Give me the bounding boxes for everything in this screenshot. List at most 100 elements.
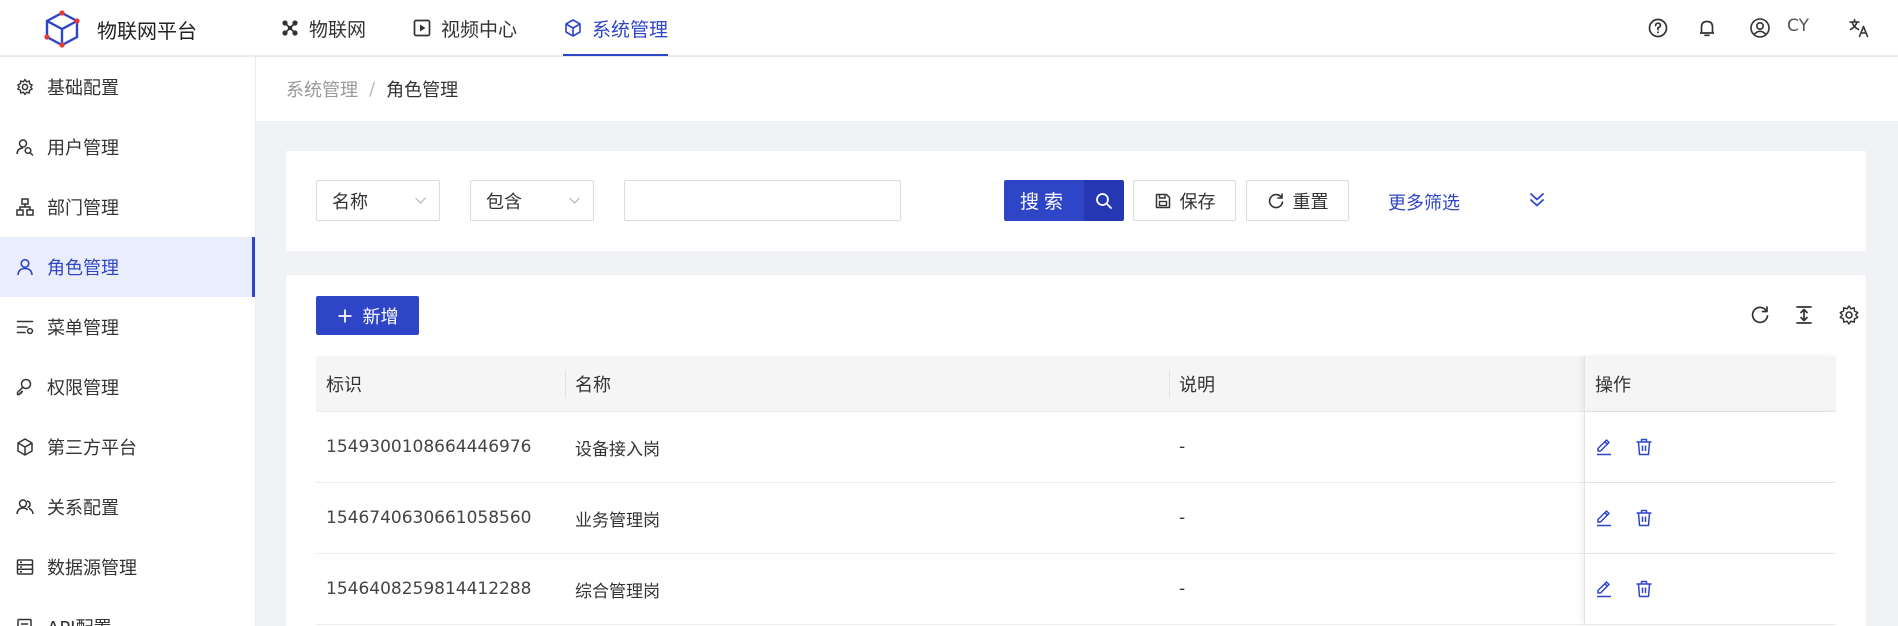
column-divider [565, 370, 566, 398]
filter-field-select[interactable]: 名称 [316, 180, 440, 221]
column-header-actions: 操作 [1595, 375, 1631, 396]
more-filter-link[interactable]: 更多筛选 [1388, 189, 1460, 215]
edit-icon[interactable] [1593, 507, 1615, 529]
search-button[interactable]: 搜索 [1004, 180, 1084, 221]
cell-desc: - [1179, 508, 1186, 528]
sidebar-item-label: API配置 [47, 614, 111, 626]
sidebar-item-relation-config[interactable]: 关系配置 [0, 477, 255, 537]
sidebar-item-permission-mgmt[interactable]: 权限管理 [0, 357, 255, 417]
save-button[interactable]: 保存 [1133, 180, 1236, 221]
sidebar-item-role-mgmt[interactable]: 角色管理 [0, 237, 255, 297]
table-panel: 新增 标识 名称 说明 操作 1549300108664446976 设备接入岗 [286, 275, 1866, 626]
edit-icon[interactable] [1593, 436, 1615, 458]
translate-icon[interactable] [1847, 16, 1871, 40]
breadcrumb-parent[interactable]: 系统管理 [286, 76, 358, 102]
nav-tab-video[interactable]: 视频中心 [412, 0, 517, 56]
filter-value-input[interactable] [624, 180, 901, 221]
cell-name: 业务管理岗 [575, 510, 660, 531]
nav-tab-label: 物联网 [309, 18, 367, 41]
key-user-icon [16, 378, 32, 396]
logo-icon [44, 10, 80, 48]
table-row: 1546408259814412288 综合管理岗 - [316, 554, 1836, 625]
sidebar-item-label: 角色管理 [47, 258, 119, 279]
save-button-label: 保存 [1179, 191, 1216, 213]
sidebar-item-label: 权限管理 [47, 378, 119, 399]
database-icon [16, 559, 34, 575]
main-content: 系统管理 / 角色管理 名称 包含 搜索 保存 重置 更多筛选 新增 标识 名称… [256, 57, 1898, 626]
cell-id: 1546740630661058560 [326, 508, 532, 528]
edit-icon[interactable] [1593, 578, 1615, 600]
filter-field-value: 名称 [332, 191, 368, 213]
users-icon [16, 499, 34, 515]
sidebar-item-menu-mgmt[interactable]: 菜单管理 [0, 297, 255, 357]
cell-actions [1584, 412, 1836, 482]
menu-list-icon [16, 320, 34, 335]
chevron-down-icon [415, 197, 426, 204]
cell-actions [1584, 554, 1836, 624]
sidebar-item-label: 用户管理 [47, 138, 119, 159]
user-avatar-icon[interactable] [1748, 16, 1772, 40]
delete-icon[interactable] [1633, 436, 1655, 458]
help-circle-icon[interactable] [1646, 16, 1670, 40]
plus-icon [338, 309, 351, 322]
table-row: 1546740630661058560 业务管理岗 - [316, 483, 1836, 554]
column-divider [1169, 370, 1170, 398]
column-height-icon[interactable] [1792, 303, 1816, 327]
search-icon-button[interactable] [1084, 180, 1124, 221]
breadcrumb-separator: / [369, 78, 376, 100]
sidebar-item-label: 数据源管理 [47, 558, 137, 579]
reload-icon [1268, 192, 1283, 208]
cell-id: 1549300108664446976 [326, 437, 532, 457]
table-header: 标识 名称 说明 操作 [316, 356, 1836, 412]
api-doc-icon [17, 618, 32, 626]
column-header-desc: 说明 [1179, 375, 1215, 396]
nav-tab-iot[interactable]: 物联网 [280, 0, 366, 56]
sidebar-item-basic-config[interactable]: 基础配置 [0, 57, 255, 117]
column-header-id: 标识 [326, 375, 362, 396]
sidebar-item-label: 部门管理 [47, 198, 119, 219]
cell-id: 1546408259814412288 [326, 579, 532, 599]
user-name[interactable]: CY [1787, 16, 1809, 36]
settings-icon[interactable] [1837, 303, 1861, 327]
filter-operator-value: 包含 [486, 191, 522, 213]
breadcrumb-current: 角色管理 [386, 80, 459, 101]
sidebar-item-label: 关系配置 [47, 498, 119, 519]
cell-name: 综合管理岗 [575, 581, 660, 602]
fixed-column-area: 操作 [1584, 356, 1836, 411]
save-icon [1155, 193, 1170, 208]
sidebar-item-dept-mgmt[interactable]: 部门管理 [0, 177, 255, 237]
bell-icon[interactable] [1695, 16, 1719, 40]
sidebar-item-third-party[interactable]: 第三方平台 [0, 417, 255, 477]
cube-icon [565, 19, 581, 37]
breadcrumb: 系统管理 / 角色管理 [256, 57, 1898, 121]
cluster-icon [282, 20, 298, 36]
add-button[interactable]: 新增 [316, 296, 419, 335]
sidebar-item-api-config[interactable]: API配置 [0, 597, 255, 626]
top-header: 物联网平台 物联网 视频中心 系统管理 CY [0, 0, 1898, 56]
delete-icon[interactable] [1633, 578, 1655, 600]
cell-desc: - [1179, 579, 1186, 599]
nav-tab-system[interactable]: 系统管理 [563, 0, 669, 56]
play-square-icon [413, 19, 431, 37]
nav-tab-label: 视频中心 [441, 18, 518, 41]
chevron-down-icon [569, 197, 580, 204]
double-chevron-down-icon[interactable] [1526, 189, 1548, 211]
sidebar: 基础配置 用户管理 部门管理 角色管理 菜单管理 权限管理 第三方平台 关系配置… [0, 57, 256, 626]
user-icon [17, 258, 33, 276]
filter-panel: 名称 包含 搜索 保存 重置 更多筛选 [286, 151, 1866, 251]
sidebar-item-datasource-mgmt[interactable]: 数据源管理 [0, 537, 255, 597]
org-tree-icon [16, 198, 34, 216]
reset-button-label: 重置 [1292, 191, 1329, 213]
delete-icon[interactable] [1633, 507, 1655, 529]
refresh-icon[interactable] [1748, 303, 1772, 327]
search-icon [1096, 192, 1112, 209]
column-header-name: 名称 [575, 375, 611, 396]
sidebar-item-label: 第三方平台 [47, 438, 137, 459]
app-title: 物联网平台 [97, 19, 197, 43]
sidebar-item-label: 菜单管理 [47, 318, 119, 339]
table-row: 1549300108664446976 设备接入岗 - [316, 412, 1836, 483]
filter-operator-select[interactable]: 包含 [470, 180, 594, 221]
cell-name: 设备接入岗 [575, 439, 660, 460]
sidebar-item-user-mgmt[interactable]: 用户管理 [0, 117, 255, 177]
reset-button[interactable]: 重置 [1246, 180, 1349, 221]
